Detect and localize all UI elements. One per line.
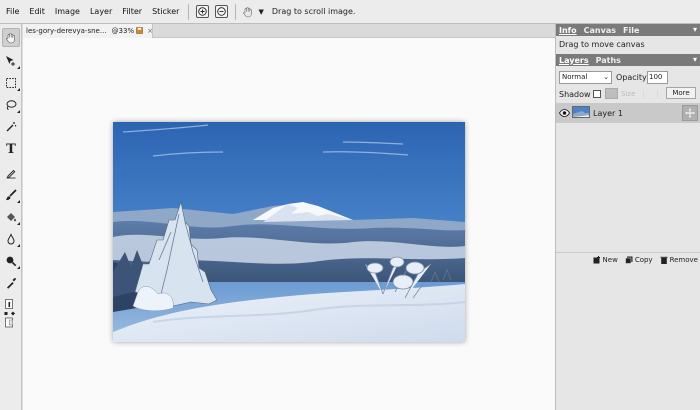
magic-wand-icon bbox=[6, 121, 17, 131]
tab-info[interactable]: Info bbox=[559, 26, 577, 35]
trash-icon bbox=[660, 256, 668, 264]
shadow-color-swatch[interactable] bbox=[605, 88, 618, 99]
marquee-icon bbox=[6, 77, 16, 88]
right-panel: Info Canvas File ▾ Drag to move canvas L… bbox=[555, 24, 700, 410]
document-tab-bar: les-gory-derevya-sne... @33% × bbox=[23, 24, 555, 38]
blend-mode-select[interactable]: Normal ⌄ bbox=[559, 71, 612, 84]
menu-sticker[interactable]: Sticker bbox=[147, 0, 184, 24]
menu-layer[interactable]: Layer bbox=[85, 0, 117, 24]
remove-layer-label: Remove bbox=[669, 255, 698, 264]
tab-canvas[interactable]: Canvas bbox=[584, 26, 616, 35]
tab-file[interactable]: File bbox=[623, 26, 639, 35]
canvas-area[interactable] bbox=[23, 38, 555, 410]
tool-hint: Drag to scroll image. bbox=[271, 7, 356, 16]
zoom-out-button[interactable] bbox=[215, 5, 229, 18]
zoom-level: @33% bbox=[111, 27, 135, 35]
more-button[interactable]: More bbox=[666, 87, 696, 99]
document-tab[interactable]: les-gory-derevya-sne... @33% × bbox=[23, 24, 153, 38]
type-icon: T bbox=[6, 142, 16, 157]
marquee-tool-button[interactable] bbox=[2, 73, 20, 92]
layer-name: Layer 1 bbox=[593, 109, 623, 118]
shadow-option-dots: ⋮ bbox=[640, 90, 647, 98]
type-tool-button[interactable]: T bbox=[2, 140, 20, 159]
hand-icon bbox=[6, 32, 15, 43]
menu-filter[interactable]: Filter bbox=[117, 0, 147, 24]
new-layer-label: New bbox=[602, 255, 618, 264]
copy-layer-label: Copy bbox=[634, 255, 653, 264]
layers-panel-header: Layers Paths ▾ bbox=[556, 54, 700, 66]
layer-row[interactable]: Layer 1 bbox=[556, 103, 700, 123]
lasso-tool-button[interactable] bbox=[2, 95, 20, 114]
menu-separator bbox=[188, 3, 190, 20]
collapse-icon[interactable]: ▾ bbox=[693, 55, 697, 64]
menu-file[interactable]: File bbox=[0, 0, 24, 24]
shadow-label: Shadow bbox=[559, 90, 591, 99]
remove-layer-button[interactable]: Remove bbox=[660, 256, 698, 264]
layer-actions-bar: New Copy Remove bbox=[556, 252, 700, 266]
chevron-down-icon[interactable]: ▼ bbox=[258, 8, 263, 16]
shadow-checkbox[interactable] bbox=[593, 90, 601, 98]
zoom-tool-button[interactable] bbox=[2, 251, 20, 270]
pen-tool-button[interactable] bbox=[2, 163, 20, 182]
blend-mode-value: Normal bbox=[562, 73, 588, 81]
tab-layers[interactable]: Layers bbox=[559, 56, 589, 65]
unsaved-icon bbox=[136, 26, 143, 36]
fill-tool-button[interactable] bbox=[2, 207, 20, 226]
tool-panel: T bbox=[0, 24, 22, 410]
layer-thumbnail bbox=[572, 106, 590, 118]
shadow-size-label: Size bbox=[621, 90, 636, 98]
move-tool-button[interactable] bbox=[2, 51, 20, 70]
document-name: les-gory-derevya-sne... bbox=[26, 27, 107, 35]
menu-edit[interactable]: Edit bbox=[24, 0, 50, 24]
brush-icon bbox=[6, 188, 17, 200]
tab-paths[interactable]: Paths bbox=[596, 56, 621, 65]
chevron-down-icon: ⌄ bbox=[603, 73, 609, 81]
new-layer-button[interactable]: New bbox=[593, 255, 618, 264]
eyedropper-icon bbox=[7, 277, 16, 289]
info-message: Drag to move canvas bbox=[559, 40, 645, 49]
move-icon[interactable] bbox=[682, 105, 698, 121]
menu-image[interactable]: Image bbox=[50, 0, 85, 24]
lasso-icon bbox=[6, 99, 17, 110]
brush-tool-button[interactable] bbox=[2, 185, 20, 204]
magic-wand-tool-button[interactable] bbox=[2, 117, 20, 136]
color-swatches[interactable] bbox=[2, 297, 20, 329]
close-tab-icon[interactable]: × bbox=[147, 27, 153, 35]
minus-icon bbox=[217, 7, 227, 16]
zoom-in-button[interactable] bbox=[196, 5, 210, 18]
hand-tool-option-icon[interactable] bbox=[242, 6, 254, 18]
copy-icon bbox=[625, 256, 633, 264]
plus-icon bbox=[198, 7, 208, 16]
eyedropper-tool-button[interactable] bbox=[2, 273, 20, 292]
zoom-icon bbox=[6, 256, 17, 266]
menu-separator bbox=[235, 3, 237, 20]
opacity-label: Opacity bbox=[616, 73, 647, 82]
shadow-option-dots: ⋮ bbox=[654, 90, 661, 98]
fill-icon bbox=[7, 212, 16, 221]
canvas-image[interactable] bbox=[113, 122, 465, 342]
menu-bar: File Edit Image Layer Filter Sticker ▼ D… bbox=[0, 0, 700, 24]
new-layer-icon bbox=[593, 255, 600, 263]
blur-tool-button[interactable] bbox=[2, 229, 20, 248]
pen-icon bbox=[6, 169, 16, 178]
hand-tool-button[interactable] bbox=[2, 28, 20, 47]
info-panel-header: Info Canvas File ▾ bbox=[556, 24, 700, 36]
copy-layer-button[interactable]: Copy bbox=[625, 256, 653, 264]
eye-icon[interactable] bbox=[559, 109, 570, 119]
collapse-icon[interactable]: ▾ bbox=[693, 25, 697, 34]
opacity-input[interactable]: 100 bbox=[647, 71, 668, 84]
move-icon bbox=[6, 55, 15, 66]
color-swatch-icon bbox=[4, 299, 15, 328]
blur-icon bbox=[7, 232, 15, 244]
